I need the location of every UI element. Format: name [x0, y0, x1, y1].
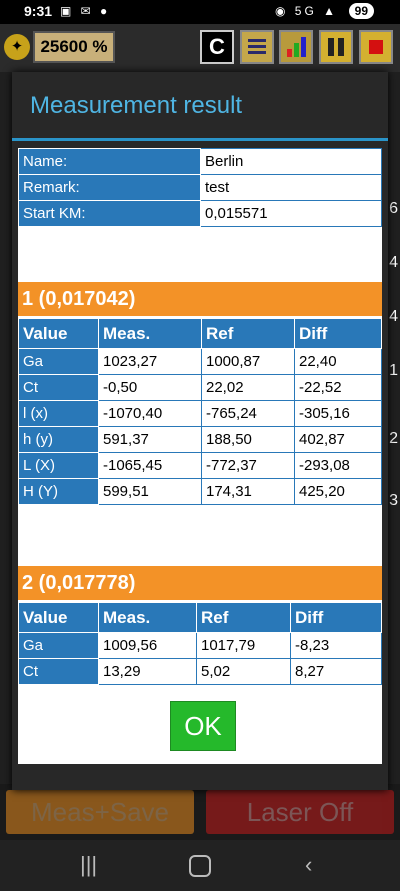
ref-cell: 188,50 — [201, 426, 295, 453]
diff-cell: -22,52 — [294, 374, 382, 401]
info-row: Remark: test — [18, 174, 382, 201]
diff-cell: 425,20 — [294, 478, 382, 505]
section-2-table: Value Meas. Ref Diff Ga 1009,56 1017,79 … — [18, 602, 382, 685]
measurement-result-dialog: Measurement result Name: Berlin Remark: … — [12, 72, 388, 790]
row-label: Ct — [18, 374, 99, 401]
col-header: Diff — [290, 602, 382, 633]
diff-cell: 22,40 — [294, 348, 382, 375]
table-header-row: Value Meas. Ref Diff — [18, 318, 382, 349]
row-label: Ct — [18, 658, 99, 685]
col-header: Ref — [201, 318, 295, 349]
ok-button[interactable]: OK — [170, 701, 236, 751]
title-divider — [12, 138, 388, 141]
table-row: h (y) 591,37 188,50 402,87 — [18, 426, 382, 453]
diff-cell: 402,87 — [294, 426, 382, 453]
table-row: H (Y) 599,51 174,31 425,20 — [18, 478, 382, 505]
meas-cell: 599,51 — [98, 478, 202, 505]
table-row: Ga 1009,56 1017,79 -8,23 — [18, 632, 382, 659]
col-header: Diff — [294, 318, 382, 349]
home-icon[interactable] — [189, 855, 211, 877]
list-icon[interactable] — [240, 30, 274, 64]
status-time: 9:31 — [24, 3, 53, 19]
toolbar: ✦ 25600 % C — [0, 24, 400, 72]
table-header-row: Value Meas. Ref Diff — [18, 602, 382, 633]
ref-cell: 5,02 — [196, 658, 291, 685]
meas-cell: 1023,27 — [98, 348, 202, 375]
ref-cell: 22,02 — [201, 374, 295, 401]
meas-cell: 591,37 — [98, 426, 202, 453]
network-label: 5G — [294, 4, 317, 18]
signal-icons: ◉ 5G ▲ — [274, 4, 338, 18]
info-row: Start KM: 0,015571 — [18, 200, 382, 227]
side-number: 4 — [389, 254, 398, 271]
ref-cell: 1000,87 — [201, 348, 295, 375]
satellite-icon[interactable]: ✦ — [4, 34, 30, 60]
meas-cell: -0,50 — [98, 374, 202, 401]
row-label: Ga — [18, 348, 99, 375]
info-table: Name: Berlin Remark: test Start KM: 0,01… — [18, 148, 382, 227]
stop-icon[interactable] — [359, 30, 393, 64]
result-scroll-area[interactable]: Name: Berlin Remark: test Start KM: 0,01… — [18, 148, 382, 764]
side-number: 1 — [389, 362, 398, 379]
meas-cell: 13,29 — [98, 658, 197, 685]
c-button[interactable]: C — [200, 30, 234, 64]
col-header: Meas. — [98, 318, 202, 349]
back-icon[interactable]: ‹ — [305, 852, 312, 878]
ref-cell: 1017,79 — [196, 632, 291, 659]
row-label: Ga — [18, 632, 99, 659]
side-number: 6 — [389, 200, 398, 217]
table-row: L (X) -1065,45 -772,37 -293,08 — [18, 452, 382, 479]
col-header: Value — [18, 318, 99, 349]
info-value: test — [200, 174, 382, 201]
counter-display: 25600 % — [33, 31, 115, 63]
meas-cell: -1070,40 — [98, 400, 202, 427]
diff-cell: -305,16 — [294, 400, 382, 427]
ref-cell: -765,24 — [201, 400, 295, 427]
notification-icons: ▣ ✉ ● — [60, 4, 111, 18]
status-bar: 9:31 ▣ ✉ ● ◉ 5G ▲ 99 — [0, 0, 400, 24]
pause-icon[interactable] — [319, 30, 353, 64]
table-row: Ct 13,29 5,02 8,27 — [18, 658, 382, 685]
section-2-header: 2 (0,017778) — [18, 566, 382, 600]
meas-save-button[interactable]: Meas+Save — [6, 790, 194, 834]
row-label: h (y) — [18, 426, 99, 453]
col-header: Value — [18, 602, 99, 633]
info-row: Name: Berlin — [18, 148, 382, 175]
laser-off-button[interactable]: Laser Off — [206, 790, 394, 834]
diff-cell: -293,08 — [294, 452, 382, 479]
diff-cell: -8,23 — [290, 632, 382, 659]
col-header: Ref — [196, 602, 291, 633]
side-number: 3 — [389, 492, 398, 509]
section-1-header: 1 (0,017042) — [18, 282, 382, 316]
chart-icon[interactable] — [279, 30, 313, 64]
info-label: Name: — [18, 148, 201, 175]
table-row: l (x) -1070,40 -765,24 -305,16 — [18, 400, 382, 427]
row-label: l (x) — [18, 400, 99, 427]
table-row: Ct -0,50 22,02 -22,52 — [18, 374, 382, 401]
section-1-table: Value Meas. Ref Diff Ga 1023,27 1000,87 … — [18, 318, 382, 505]
ref-cell: -772,37 — [201, 452, 295, 479]
diff-cell: 8,27 — [290, 658, 382, 685]
info-label: Remark: — [18, 174, 201, 201]
side-number: 2 — [389, 430, 398, 447]
recent-apps-icon[interactable]: ||| — [80, 852, 97, 878]
dialog-title: Measurement result — [30, 92, 243, 119]
meas-cell: 1009,56 — [98, 632, 197, 659]
info-label: Start KM: — [18, 200, 201, 227]
info-value: 0,015571 — [200, 200, 382, 227]
battery-indicator: 99 — [348, 3, 374, 19]
meas-cell: -1065,45 — [98, 452, 202, 479]
bottom-action-bar: Meas+Save Laser Off — [0, 784, 400, 840]
ref-cell: 174,31 — [201, 478, 295, 505]
row-label: L (X) — [18, 452, 99, 479]
col-header: Meas. — [98, 602, 197, 633]
info-value: Berlin — [200, 148, 382, 175]
side-number: 4 — [389, 308, 398, 325]
system-nav-bar: ||| ‹ — [0, 840, 400, 891]
row-label: H (Y) — [18, 478, 99, 505]
table-row: Ga 1023,27 1000,87 22,40 — [18, 348, 382, 375]
